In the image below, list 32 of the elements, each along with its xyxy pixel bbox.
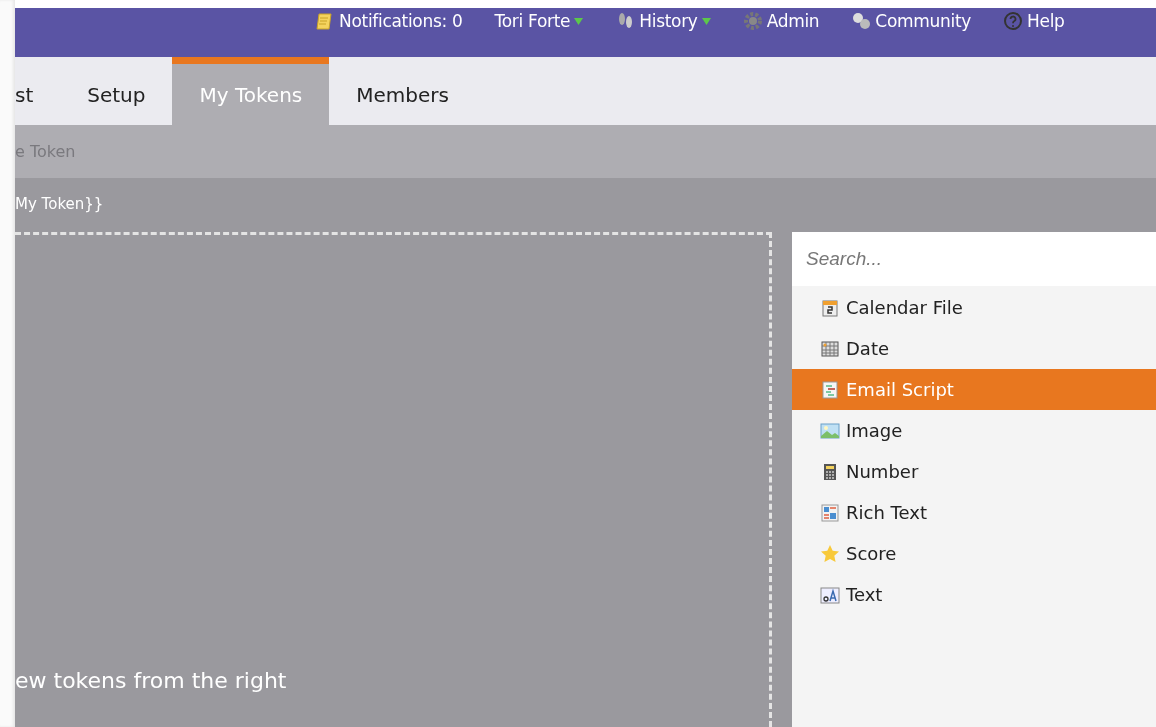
- help-icon: [1003, 11, 1024, 31]
- drop-hint: ew tokens from the right: [15, 668, 288, 693]
- token-type-item[interactable]: Text: [792, 574, 1156, 615]
- nav-link[interactable]: Admin: [742, 10, 820, 32]
- tab[interactable]: st: [15, 57, 61, 125]
- tab[interactable]: Setup: [60, 57, 173, 125]
- nav-link[interactable]: Tori Forte: [494, 10, 584, 32]
- gear-icon: [742, 11, 763, 31]
- token-type-item[interactable]: Date: [792, 328, 1156, 369]
- speech-bubbles-icon: [851, 11, 872, 31]
- caret-icon: [701, 17, 711, 25]
- script-icon: [820, 379, 840, 400]
- image-icon: [820, 420, 840, 441]
- calendar-icon: [820, 297, 840, 318]
- tab[interactable]: Members: [329, 57, 476, 125]
- token-type-item[interactable]: Score: [792, 533, 1156, 574]
- search-field[interactable]: Search...: [792, 232, 1156, 286]
- token-type-item[interactable]: Image: [792, 410, 1156, 451]
- nav-link[interactable]: Community: [851, 10, 972, 32]
- caret-icon: [574, 17, 584, 25]
- document-layout-icon: [820, 502, 840, 523]
- calendar-grid-icon: [820, 338, 840, 359]
- token-type-item[interactable]: Rich Text: [792, 492, 1156, 533]
- nav-link[interactable]: Help: [1003, 10, 1065, 32]
- star-icon: [820, 543, 840, 564]
- token-name: My Token}}: [15, 195, 104, 213]
- token-type-item[interactable]: Number: [792, 451, 1156, 492]
- nav-link[interactable]: Notifications: 0: [315, 10, 463, 32]
- notepad-icon: [315, 11, 335, 31]
- nav-link[interactable]: History: [615, 10, 711, 32]
- text-style-icon: [820, 584, 840, 605]
- token-type-item[interactable]: Calendar File: [792, 287, 1156, 328]
